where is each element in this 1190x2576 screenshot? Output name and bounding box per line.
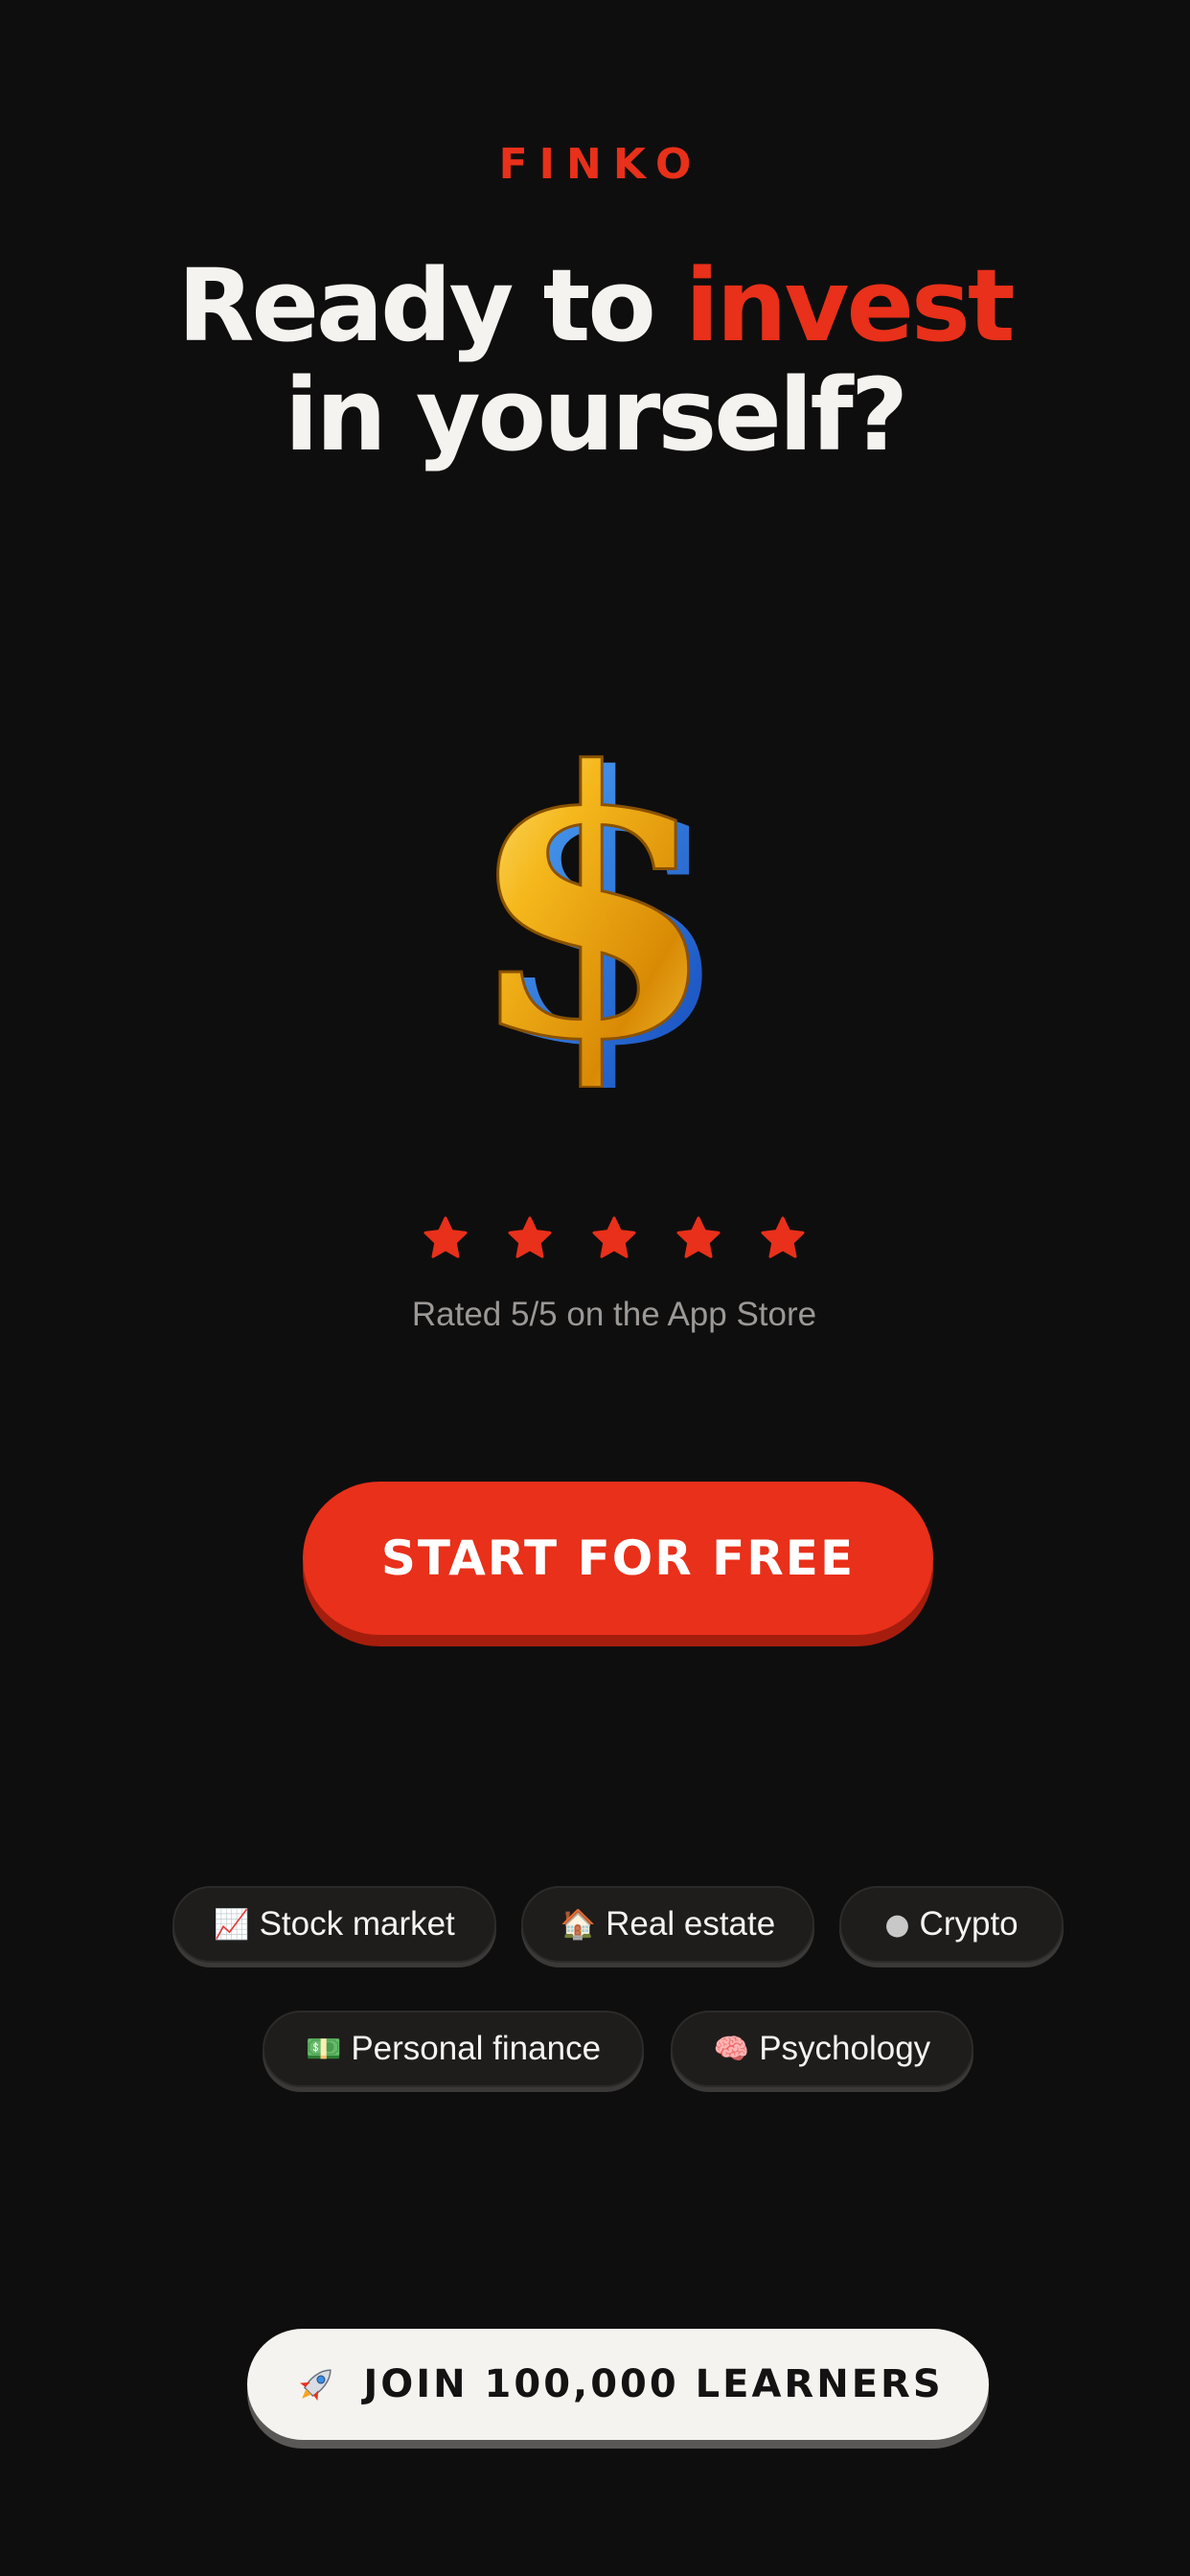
topic-chip-personal-finance[interactable]: 💵 Personal finance: [263, 2011, 644, 2087]
join-label: JOIN 100,000 LEARNERS: [363, 2362, 944, 2406]
brain-icon: 🧠: [713, 2032, 750, 2066]
headline-part-1: Ready to: [177, 247, 685, 364]
svg-text:$: $: [469, 714, 719, 1088]
house-icon: 🏠: [560, 1907, 597, 1942]
topic-label: Crypto: [919, 1905, 1018, 1943]
rating-text: Rated 5/5 on the App Store: [411, 1296, 817, 1333]
moon-icon: ●: [884, 1907, 910, 1942]
dollar-sign-icon: $ $: [464, 691, 732, 1127]
topic-label: Psychology: [759, 2030, 931, 2067]
star-icon: [508, 1216, 552, 1258]
star-icon: [761, 1216, 805, 1258]
page-headline: Ready to invest in yourself?: [0, 251, 1190, 470]
topic-chip-real-estate[interactable]: 🏠 Real estate: [521, 1886, 814, 1963]
star-icon: [592, 1216, 636, 1258]
rocket-icon: [300, 2369, 332, 2401]
star-icon: [676, 1216, 721, 1258]
topic-label: Personal finance: [351, 2030, 602, 2067]
star-rating: [0, 1215, 1190, 1261]
dollar-sign-illustration: $ $: [464, 691, 732, 1127]
headline-accent: invest: [684, 247, 1016, 364]
start-for-free-button[interactable]: START FOR FREE: [303, 1482, 933, 1635]
topic-chip-crypto[interactable]: ● Crypto: [839, 1886, 1064, 1963]
star-icon: [423, 1216, 468, 1258]
topic-label: Stock market: [259, 1905, 455, 1943]
topic-label: Real estate: [606, 1905, 776, 1943]
join-learners-button[interactable]: JOIN 100,000 LEARNERS: [247, 2329, 989, 2440]
topic-chip-stock-market[interactable]: 📈 Stock market: [172, 1886, 496, 1963]
brand-logo: FINKO: [498, 140, 703, 189]
headline-part-2: in yourself?: [284, 356, 908, 473]
chart-increasing-icon: 📈: [214, 1907, 250, 1942]
dollar-banknote-icon: 💵: [305, 2032, 342, 2066]
topic-chip-psychology[interactable]: 🧠 Psychology: [671, 2011, 973, 2087]
